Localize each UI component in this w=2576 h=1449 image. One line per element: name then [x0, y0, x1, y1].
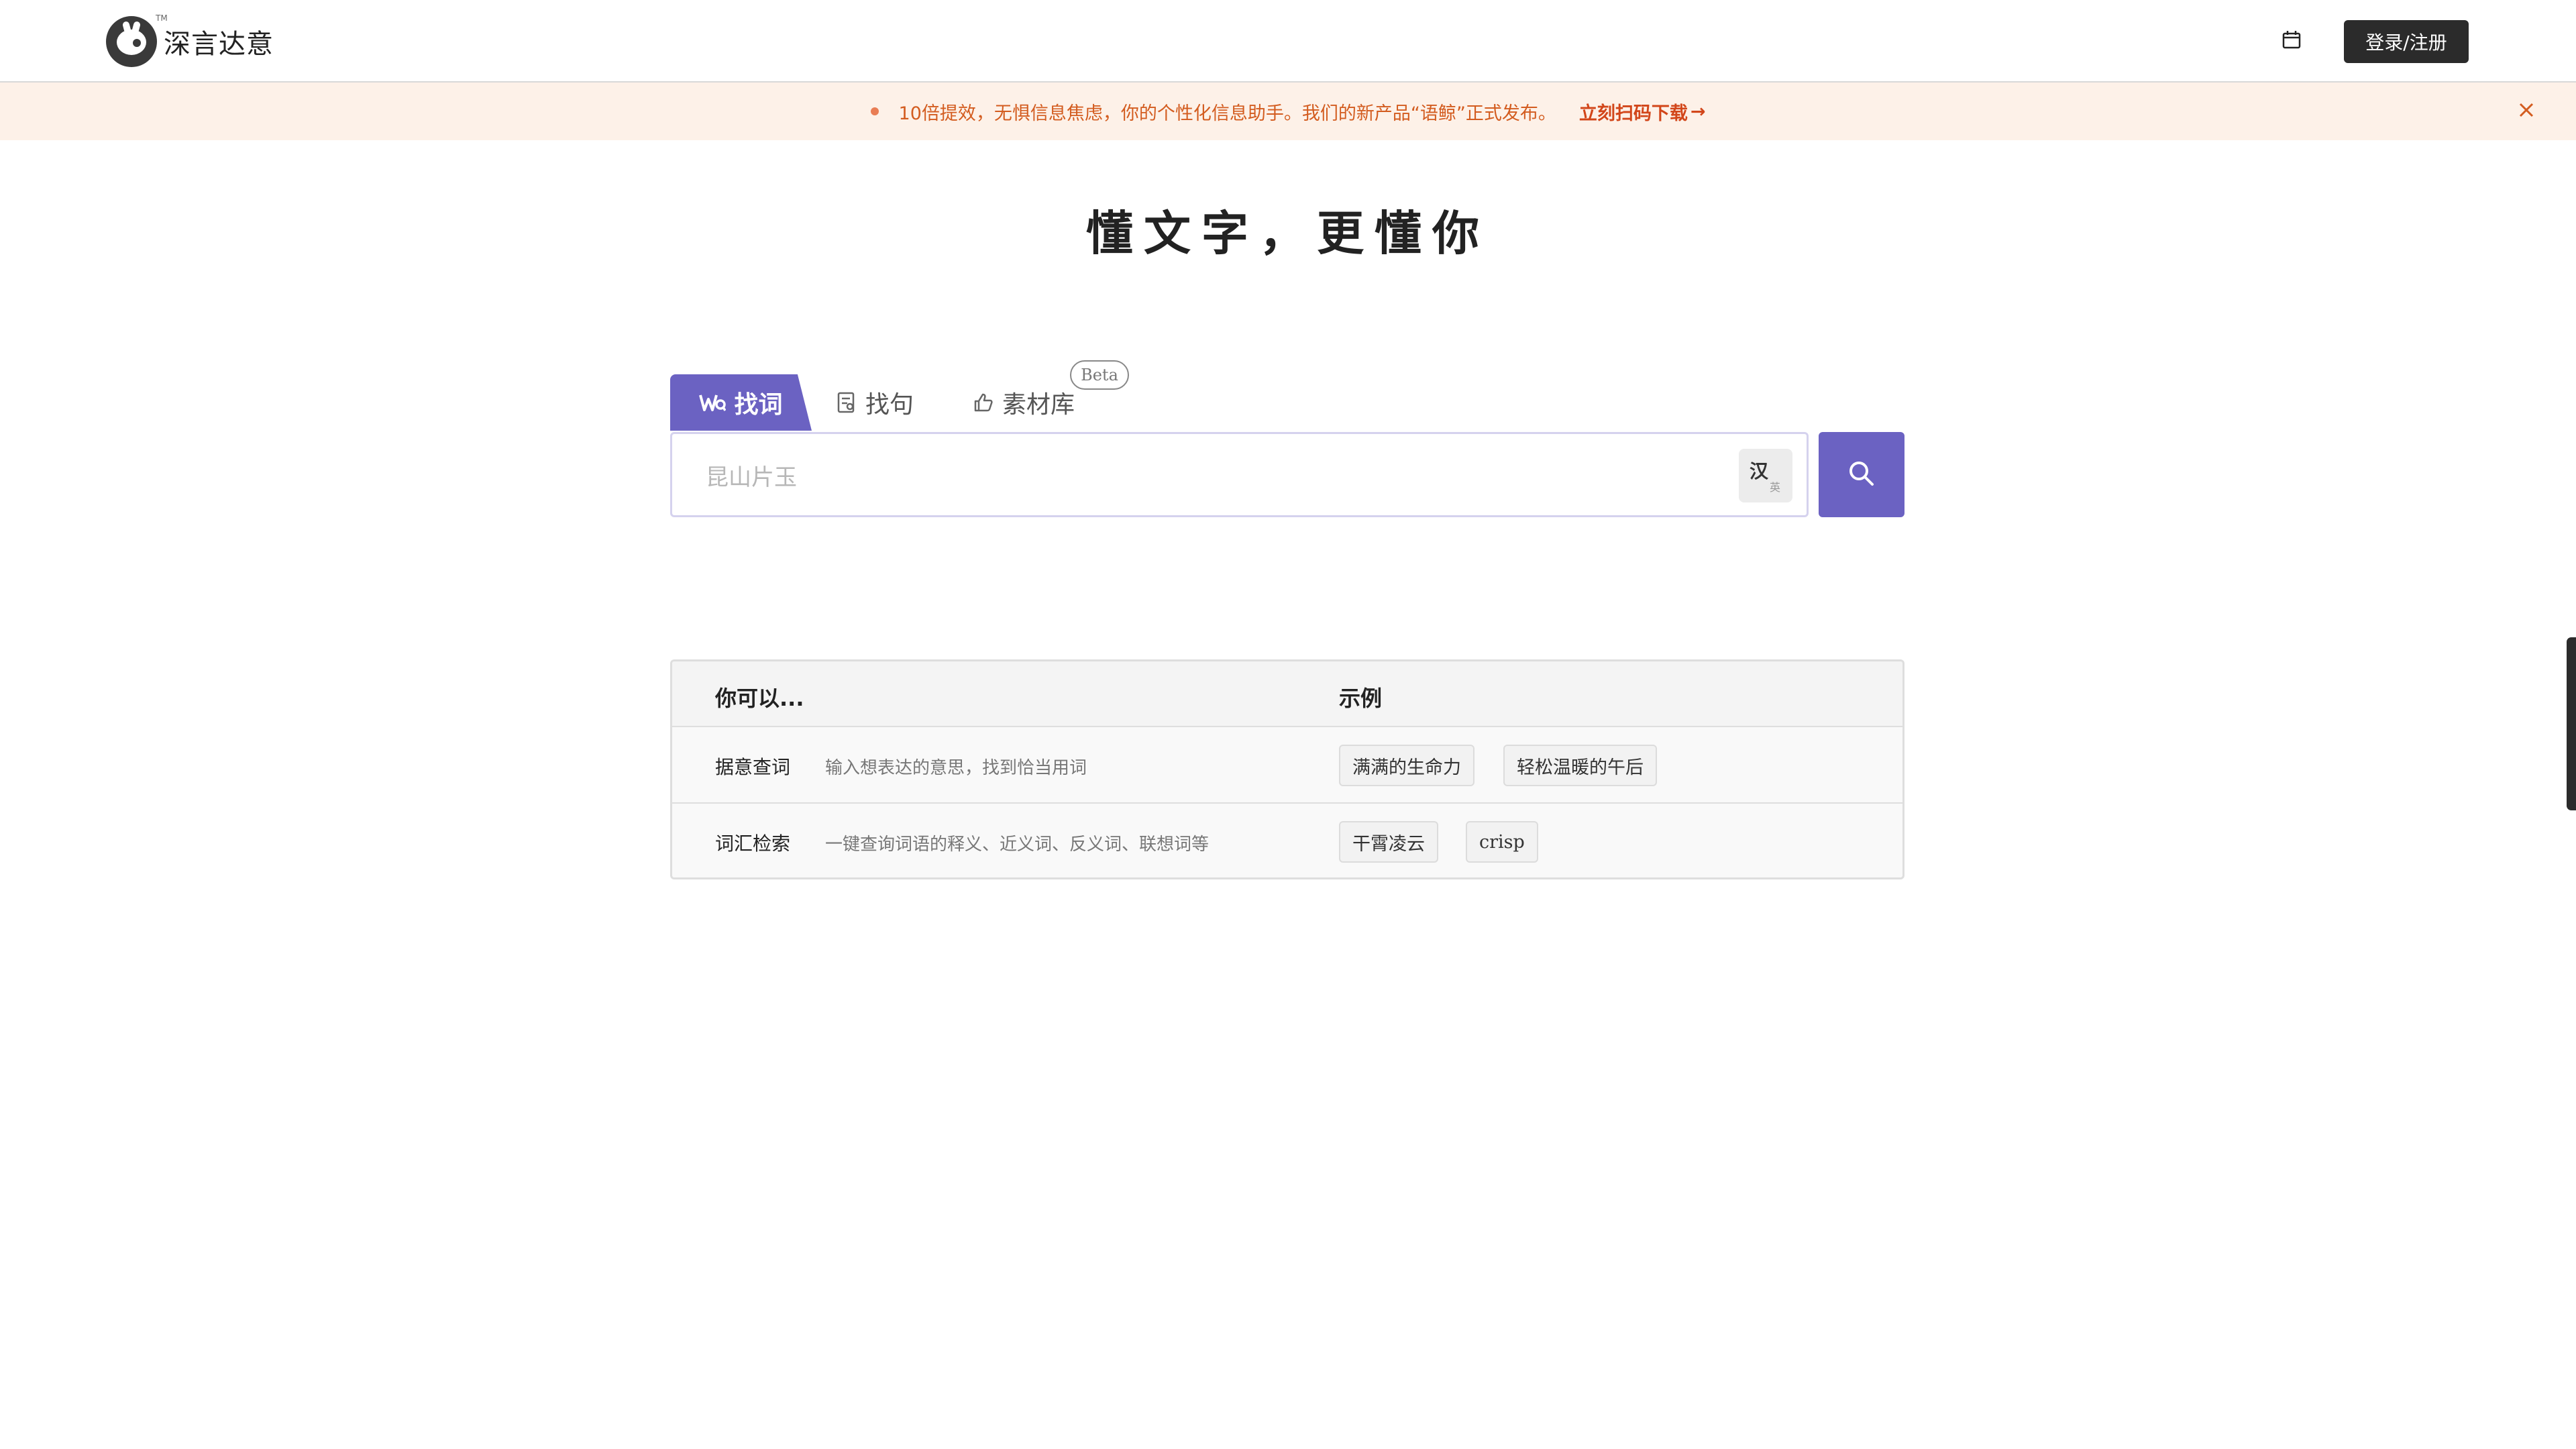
- language-chinese-label: 汉: [1750, 460, 1769, 482]
- row-description: 输入想表达的意思，找到恰当用词: [825, 758, 1087, 778]
- example-chip[interactable]: 干霄凌云: [1339, 821, 1438, 863]
- banner-message: 10倍提效，无惧信息焦虑，你的个性化信息助手。我们的新产品“语鲸”正式发布。: [898, 103, 1556, 124]
- top-header: TM 深言达意 登录/注册: [0, 0, 2576, 83]
- logo-icon: TM: [106, 13, 168, 67]
- example-chip[interactable]: 轻松温暖的午后: [1503, 745, 1657, 786]
- logo[interactable]: TM 深言达意: [106, 13, 274, 68]
- word-icon: [699, 392, 727, 413]
- table-header-you-can: 你可以...: [715, 686, 804, 711]
- tab-find-sentence[interactable]: 找句: [836, 374, 914, 431]
- thumbs-up-icon: [973, 392, 994, 413]
- table-header: 你可以... 示例: [672, 661, 1902, 727]
- tab-material-library[interactable]: 素材库: [973, 374, 1075, 431]
- trademark-mark: TM: [156, 13, 168, 23]
- search-box: 汉 英: [670, 432, 1809, 517]
- close-icon[interactable]: [2516, 100, 2536, 120]
- banner-dot-icon: [870, 107, 879, 115]
- language-english-label: 英: [1770, 481, 1781, 494]
- announcement-banner: 10倍提效，无惧信息焦虑，你的个性化信息助手。我们的新产品“语鲸”正式发布。 立…: [0, 83, 2576, 140]
- tab-find-word-label: 找词: [734, 391, 783, 419]
- search-input[interactable]: [704, 458, 1713, 497]
- row-description: 一键查询词语的释义、近义词、反义词、联想词等: [825, 835, 1210, 855]
- arrow-right-icon: →: [1690, 101, 1706, 122]
- table-header-examples: 示例: [1339, 686, 1383, 711]
- banner-download-link[interactable]: 立刻扫码下载 →: [1579, 99, 1706, 125]
- banner-link-label: 立刻扫码下载: [1578, 103, 1688, 124]
- tab-material-library-label: 素材库: [1002, 391, 1075, 419]
- beta-badge: Beta: [1070, 360, 1129, 390]
- language-toggle-button[interactable]: 汉 英: [1739, 449, 1792, 502]
- scrollbar-thumb[interactable]: [2567, 637, 2576, 810]
- usage-table: 你可以... 示例 据意查词 输入想表达的意思，找到恰当用词 满满的生命力 轻松…: [670, 659, 1904, 879]
- login-register-button[interactable]: 登录/注册: [2344, 20, 2469, 63]
- search-icon: [1847, 459, 1876, 491]
- tab-find-word[interactable]: 找词: [670, 374, 812, 431]
- table-row: 据意查词 输入想表达的意思，找到恰当用词 满满的生命力 轻松温暖的午后: [672, 727, 1902, 804]
- sentence-icon: [836, 391, 857, 414]
- tab-find-sentence-label: 找句: [865, 391, 914, 419]
- table-row: 词汇检索 一键查询词语的释义、近义词、反义词、联想词等 干霄凌云 crisp: [672, 804, 1902, 877]
- page-title: 懂文字，更懂你: [1086, 205, 1490, 261]
- row-title: 据意查词: [715, 756, 791, 778]
- search-button[interactable]: [1819, 432, 1904, 517]
- example-chip[interactable]: crisp: [1466, 821, 1538, 863]
- example-chip[interactable]: 满满的生命力: [1339, 745, 1474, 786]
- logo-text: 深言达意: [164, 29, 274, 60]
- row-title: 词汇检索: [715, 833, 791, 855]
- calendar-icon[interactable]: [2282, 30, 2302, 50]
